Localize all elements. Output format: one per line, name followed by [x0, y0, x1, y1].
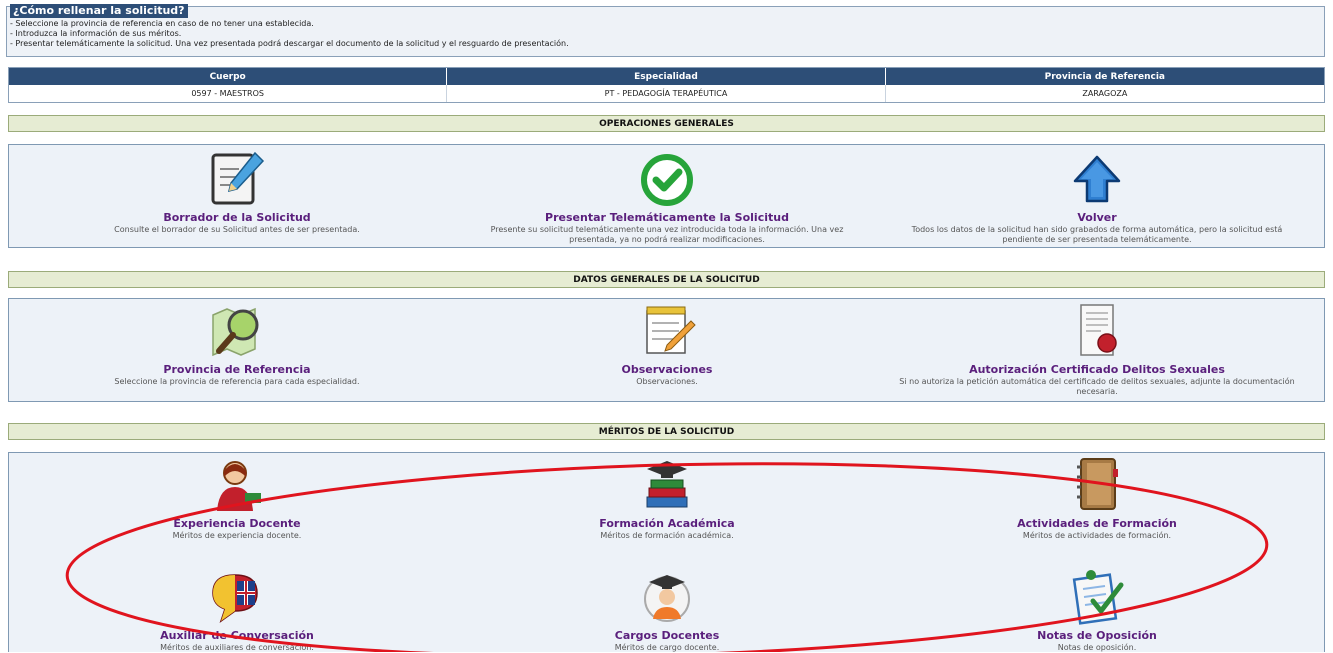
- teacher-icon: [217, 461, 261, 511]
- tile-presentar[interactable]: Presentar Telemáticamente la Solicitud P…: [467, 149, 867, 245]
- cell-cuerpo: 0597 - MAESTROS: [9, 85, 448, 102]
- draft-edit-icon: [211, 151, 265, 205]
- instructions-title: ¿Cómo rellenar la solicitud?: [10, 4, 188, 18]
- panel-operaciones: Borrador de la Solicitud Consulte el bor…: [8, 144, 1325, 248]
- tile-description: Presente su solicitud telemáticamente un…: [490, 225, 844, 244]
- column-header-especialidad: Especialidad: [447, 68, 886, 85]
- instructions-lines: - Seleccione la provincia de referencia …: [10, 19, 569, 49]
- tile-description: Consulte el borrador de su Solicitud ant…: [114, 225, 360, 234]
- tile-title[interactable]: Auxiliar de Conversación: [37, 629, 437, 642]
- tile-autorizacion[interactable]: Autorización Certificado Delitos Sexuale…: [897, 301, 1297, 397]
- instruction-line: - Introduzca la información de sus mérit…: [10, 29, 182, 38]
- tile-cargos-docentes[interactable]: Cargos Docentes Méritos de cargo docente…: [467, 567, 867, 653]
- up-arrow-icon: [1073, 155, 1121, 203]
- instruction-line: - Presentar telemáticamente la solicitud…: [10, 39, 569, 48]
- tile-title[interactable]: Borrador de la Solicitud: [37, 211, 437, 224]
- tile-actividades-formacion[interactable]: Actividades de Formación Méritos de acti…: [897, 455, 1297, 541]
- section-header-meritos: MÉRITOS DE LA SOLICITUD: [8, 423, 1325, 440]
- tile-description: Méritos de actividades de formación.: [1022, 531, 1172, 540]
- tile-notas-oposicion[interactable]: Notas de Oposición Notas de oposición.: [897, 567, 1297, 653]
- green-check-icon: [641, 154, 693, 206]
- tile-title[interactable]: Notas de Oposición: [897, 629, 1297, 642]
- tile-description: Seleccione la provincia de referencia pa…: [114, 377, 360, 386]
- tile-description: Todos los datos de la solicitud han sido…: [911, 225, 1283, 244]
- tile-title[interactable]: Cargos Docentes: [467, 629, 867, 642]
- tile-provincia[interactable]: Provincia de Referencia Seleccione la pr…: [37, 301, 437, 387]
- tile-volver[interactable]: Volver Todos los datos de la solicitud h…: [897, 149, 1297, 245]
- tile-title[interactable]: Presentar Telemáticamente la Solicitud: [467, 211, 867, 224]
- tile-description: Méritos de experiencia docente.: [172, 531, 302, 540]
- column-header-provincia: Provincia de Referencia: [885, 68, 1324, 85]
- tile-description: Observaciones.: [636, 377, 698, 386]
- tile-title[interactable]: Experiencia Docente: [37, 517, 437, 530]
- tile-title[interactable]: Formación Académica: [467, 517, 867, 530]
- tile-title[interactable]: Provincia de Referencia: [37, 363, 437, 376]
- notepad-pencil-icon: [646, 306, 696, 354]
- tile-title[interactable]: Actividades de Formación: [897, 517, 1297, 530]
- section-header-datos: DATOS GENERALES DE LA SOLICITUD: [8, 271, 1325, 288]
- checklist-icon: [1072, 570, 1124, 625]
- notebook-icon: [1077, 458, 1118, 510]
- tile-experiencia-docente[interactable]: Experiencia Docente Méritos de experienc…: [37, 455, 437, 541]
- flags-speech-icon: [212, 574, 258, 623]
- tile-title[interactable]: Volver: [897, 211, 1297, 224]
- tile-description: Si no autoriza la petición automática de…: [899, 377, 1295, 396]
- panel-meritos: Experiencia Docente Méritos de experienc…: [8, 452, 1325, 652]
- cell-provincia: ZARAGOZA: [1082, 89, 1128, 98]
- instructions-box: ¿Cómo rellenar la solicitud? - Seleccion…: [6, 4, 1325, 57]
- instruction-line: - Seleccione la provincia de referencia …: [10, 19, 314, 28]
- certificate-seal-icon: [1080, 304, 1117, 356]
- tile-description: Méritos de formación académica.: [600, 531, 734, 540]
- tile-auxiliar-conversacion[interactable]: Auxiliar de Conversación Méritos de auxi…: [37, 567, 437, 653]
- cell-especialidad: PT - PEDAGOGÍA TERAPÉUTICA: [447, 85, 886, 102]
- summary-table: Cuerpo Especialidad Provincia de Referen…: [8, 67, 1325, 103]
- books-graduation-icon: [646, 461, 688, 508]
- tile-title[interactable]: Observaciones: [467, 363, 867, 376]
- column-header-cuerpo: Cuerpo: [9, 68, 448, 85]
- tile-formacion-academica[interactable]: Formación Académica Méritos de formación…: [467, 455, 867, 541]
- section-header-operaciones: OPERACIONES GENERALES: [8, 115, 1325, 132]
- tile-borrador[interactable]: Borrador de la Solicitud Consulte el bor…: [37, 149, 437, 235]
- tile-observaciones[interactable]: Observaciones Observaciones.: [467, 301, 867, 387]
- panel-datos: Provincia de Referencia Seleccione la pr…: [8, 298, 1325, 402]
- map-magnifier-icon: [212, 307, 259, 357]
- graduate-avatar-icon: [644, 575, 690, 622]
- tile-title[interactable]: Autorización Certificado Delitos Sexuale…: [897, 363, 1297, 376]
